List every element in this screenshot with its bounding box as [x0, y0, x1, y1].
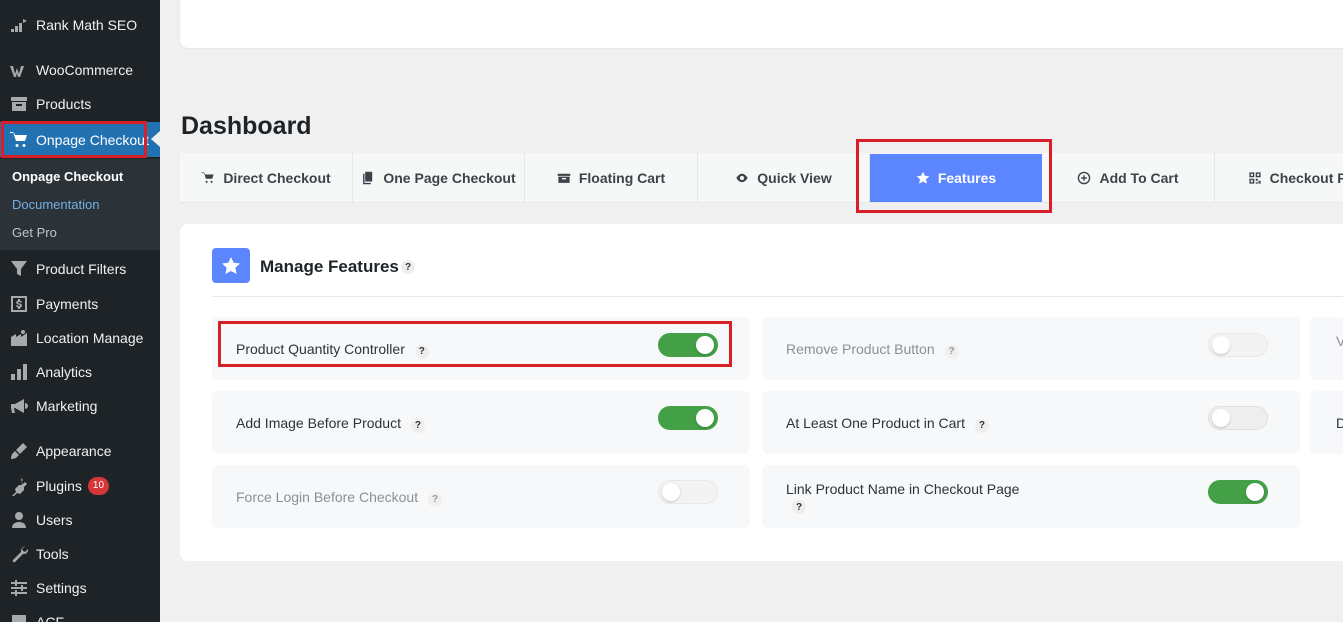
- tab-checkout-form[interactable]: Checkout Fo: [1215, 153, 1343, 203]
- tab-quick-view[interactable]: Quick View: [698, 153, 870, 203]
- menu-item-location-manage[interactable]: Location Manage: [0, 321, 160, 355]
- tab-one-page-checkout[interactable]: One Page Checkout: [353, 153, 525, 203]
- tab-bar: Direct Checkout One Page Checkout Floati…: [180, 153, 1343, 203]
- toggle-knob: [662, 483, 680, 501]
- menu-item-users[interactable]: Users: [0, 503, 160, 537]
- feature-toggle[interactable]: [1208, 333, 1268, 357]
- toggle-knob: [1212, 336, 1230, 354]
- woocommerce-icon: [0, 60, 36, 80]
- settings-icon: [0, 578, 36, 598]
- feature-label: Add Image Before Product: [236, 415, 401, 431]
- feature-partial: D: [1310, 391, 1343, 454]
- menu-item-acf[interactable]: ACF: [0, 605, 160, 622]
- menu-item-marketing[interactable]: Marketing: [0, 389, 160, 423]
- feature-label: Link Product Name in Checkout Page: [786, 481, 1020, 497]
- help-icon[interactable]: ?: [944, 344, 959, 359]
- copy-icon: [363, 171, 373, 185]
- tab-floating-cart[interactable]: Floating Cart: [525, 153, 698, 203]
- feature-partial: V: [1310, 317, 1343, 380]
- toggle-knob: [696, 409, 714, 427]
- menu-item-rank-math[interactable]: Rank Math SEO: [0, 8, 160, 42]
- rank-math-icon: [0, 15, 36, 35]
- feature-label: At Least One Product in Cart: [786, 415, 965, 431]
- divider: [212, 296, 1343, 297]
- feature-label: Force Login Before Checkout: [236, 489, 419, 505]
- bar-chart-icon: [0, 362, 36, 382]
- feature-remove-product-button: Remove Product Button ?: [762, 317, 1300, 380]
- highlight-outline-quantity-controller: [218, 321, 732, 367]
- help-icon[interactable]: ?: [410, 418, 425, 433]
- feature-link-product-name: Link Product Name in Checkout Page ?: [762, 465, 1300, 528]
- megaphone-icon: [0, 396, 36, 416]
- manage-features-title: Manage Features: [260, 257, 399, 276]
- help-icon[interactable]: ?: [792, 500, 806, 514]
- menu-item-products[interactable]: Products: [0, 87, 160, 121]
- wrench-icon: [0, 544, 36, 564]
- help-icon[interactable]: ?: [428, 492, 442, 507]
- star-icon: [212, 248, 250, 283]
- plugin-icon: [0, 476, 36, 496]
- menu-item-plugins[interactable]: Plugins 10: [0, 469, 160, 503]
- submenu-get-pro[interactable]: Get Pro: [12, 225, 57, 240]
- feature-toggle[interactable]: [1208, 480, 1268, 504]
- feature-toggle[interactable]: [1208, 406, 1268, 430]
- qr-icon: [1249, 172, 1261, 184]
- highlight-outline-features-tab: [856, 139, 1052, 213]
- toggle-knob: [1212, 409, 1230, 427]
- menu-item-woocommerce[interactable]: WooCommerce: [0, 53, 160, 87]
- feature-label: Remove Product Button: [786, 341, 935, 357]
- tab-add-to-cart[interactable]: Add To Cart: [1042, 153, 1215, 203]
- user-icon: [0, 510, 36, 530]
- feature-at-least-one-product: At Least One Product in Cart ?: [762, 391, 1300, 454]
- plus-circle-icon: [1078, 171, 1091, 185]
- current-menu-arrow: [151, 131, 160, 147]
- submenu-documentation[interactable]: Documentation: [12, 197, 99, 212]
- dollar-icon: [0, 294, 36, 314]
- highlight-outline-onpage-checkout: [1, 121, 147, 158]
- location-icon: [0, 328, 36, 348]
- admin-sidebar: Rank Math SEO WooCommerce Products Onpag…: [0, 0, 160, 622]
- menu-item-product-filters[interactable]: Product Filters: [0, 252, 160, 286]
- feature-force-login-before-checkout: Force Login Before Checkout ?: [212, 465, 750, 528]
- help-icon[interactable]: ?: [974, 418, 989, 433]
- tab-direct-checkout[interactable]: Direct Checkout: [180, 153, 353, 203]
- archive-icon: [0, 94, 36, 114]
- menu-item-settings[interactable]: Settings: [0, 571, 160, 605]
- toggle-knob: [1246, 483, 1264, 501]
- filter-icon: [0, 259, 36, 279]
- menu-item-analytics[interactable]: Analytics: [0, 355, 160, 389]
- feature-toggle[interactable]: [658, 406, 718, 430]
- feature-add-image-before-product: Add Image Before Product ?: [212, 391, 750, 454]
- menu-item-payments[interactable]: Payments: [0, 287, 160, 321]
- onpage-checkout-submenu: Onpage Checkout Documentation Get Pro: [0, 159, 160, 250]
- cart-icon: [202, 172, 214, 183]
- page-title: Dashboard: [181, 112, 312, 140]
- plugins-update-badge: 10: [87, 477, 110, 495]
- brush-icon: [0, 441, 36, 461]
- menu-item-tools[interactable]: Tools: [0, 537, 160, 571]
- folder-icon: [557, 173, 571, 183]
- help-icon[interactable]: ?: [401, 260, 415, 274]
- acf-icon: [0, 612, 36, 622]
- top-card: [180, 0, 1343, 48]
- eye-icon: [736, 173, 748, 183]
- feature-toggle[interactable]: [658, 480, 718, 504]
- submenu-onpage-checkout[interactable]: Onpage Checkout: [12, 169, 123, 184]
- menu-item-appearance[interactable]: Appearance: [0, 434, 160, 468]
